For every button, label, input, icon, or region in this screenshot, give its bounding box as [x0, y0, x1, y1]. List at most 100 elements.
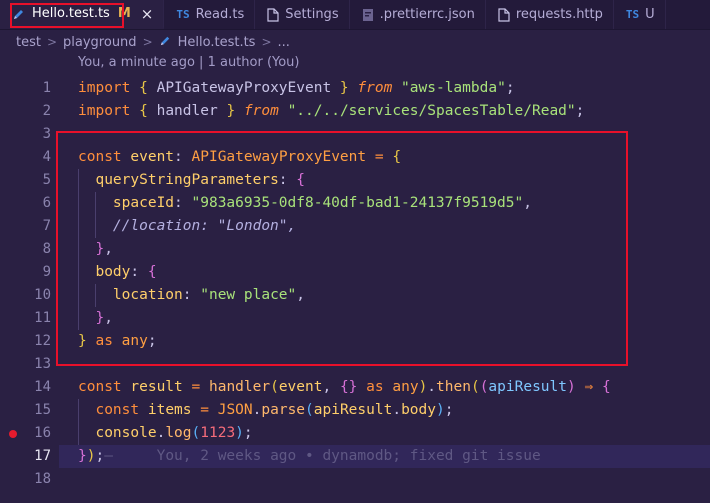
code-line[interactable]: 13 [0, 353, 710, 376]
pen-icon [159, 34, 172, 51]
line-number: 9 [42, 264, 51, 280]
code-token: ( [305, 402, 314, 418]
line-number: 18 [34, 471, 51, 487]
tab-label: Hello.test.ts [32, 6, 110, 21]
code-token: from [243, 103, 279, 119]
code-token: . [427, 379, 437, 395]
code-line[interactable]: 8 }, [0, 238, 710, 261]
code-token: event [278, 379, 323, 395]
code-line[interactable]: 6 spaceId: "983a6935-0df8-40df-bad1-2413… [0, 192, 710, 215]
code-token: items [147, 402, 192, 418]
code-line[interactable]: 7 //location: "London", [0, 215, 710, 238]
code-token: "983a6935-0df8-40df-bad1-24137f9519d5" [191, 195, 524, 211]
code-text: import { handler } from "../../services/… [78, 100, 584, 123]
breadcrumb-item-playground[interactable]: playground [63, 35, 137, 50]
code-text: } as any; [78, 330, 157, 353]
code-line[interactable]: 2 import { handler } from "../../services… [0, 100, 710, 123]
line-number: 11 [34, 310, 51, 326]
code-token: from [357, 80, 393, 96]
line-number: 16 [34, 425, 51, 441]
breadcrumb: test > playground > Hello.test.ts > ... [0, 30, 710, 54]
code-line[interactable]: 15 const items = JSON.parse(apiResult.bo… [0, 399, 710, 422]
code-token: ( [270, 379, 279, 395]
code-token: import [78, 80, 131, 96]
line-number: 17 [34, 448, 51, 464]
code-line[interactable]: 16 console.log(1123); [0, 422, 710, 445]
code-text: });— You, 2 weeks ago • dynamodb; fixed … [78, 445, 541, 468]
code-token: console [95, 425, 157, 441]
line-number: 6 [42, 195, 51, 211]
code-token: : [278, 172, 297, 188]
code-token: location [112, 287, 183, 303]
tab-label: .prettierrc.json [379, 7, 475, 22]
breakpoint-icon[interactable] [9, 430, 17, 438]
code-line[interactable]: 5 queryStringParameters: { [0, 169, 710, 192]
code-token: ; [243, 425, 253, 441]
code-token: = [200, 402, 209, 418]
breadcrumb-item-symbol[interactable]: ... [278, 35, 290, 50]
close-icon[interactable]: × [141, 5, 154, 23]
code-token: } [78, 448, 87, 464]
line-number: 7 [42, 218, 51, 234]
code-token: : [174, 149, 192, 165]
tab-hello-test[interactable]: Hello.test.ts M × [0, 0, 165, 29]
code-line[interactable]: 12} as any; [0, 330, 710, 353]
code-token: queryStringParameters [95, 172, 279, 188]
code-token: as [366, 379, 384, 395]
codelens-blame[interactable]: You, a minute ago | 1 author (You) [78, 55, 300, 70]
code-line[interactable]: 9 body: { [0, 261, 710, 284]
code-token: ; [444, 402, 454, 418]
code-line[interactable]: 18 [0, 468, 710, 491]
code-token: ( [470, 379, 480, 395]
code-token: APIGatewayProxyEvent [147, 80, 340, 96]
code-line[interactable]: 1 import { APIGatewayProxyEvent } from "a… [0, 77, 710, 100]
code-token: "../../services/SpacesTable/Read" [287, 103, 576, 119]
pen-icon [12, 7, 26, 21]
code-line[interactable]: 3 [0, 123, 710, 146]
document-icon [267, 7, 279, 22]
code-text: spaceId: "983a6935-0df8-40df-bad1-24137f… [78, 192, 532, 215]
tab-label: U [645, 7, 655, 22]
line-number: 1 [42, 80, 51, 96]
code-line[interactable]: 4 const event: APIGatewayProxyEvent = { [0, 146, 710, 169]
code-token: . [156, 425, 166, 441]
tab-label: requests.http [515, 7, 603, 22]
tab-requests-http[interactable]: requests.http [485, 0, 614, 29]
breadcrumb-item-file[interactable]: Hello.test.ts [178, 35, 256, 50]
code-token: = [374, 149, 384, 165]
code-token: . [392, 402, 402, 418]
code-token: "aws-lambda" [401, 80, 506, 96]
code-token: apiResult [488, 379, 567, 395]
code-token: , [104, 310, 113, 326]
line-number: 15 [34, 402, 51, 418]
chevron-right-icon: > [142, 35, 153, 49]
code-token: apiResult [313, 402, 393, 418]
tab-label: Settings [285, 7, 339, 22]
code-editor[interactable]: 1 import { APIGatewayProxyEvent } from "a… [0, 77, 710, 503]
code-token: , [322, 379, 340, 395]
tab-u[interactable]: TS U [613, 0, 666, 29]
code-line[interactable]: 17 });— You, 2 weeks ago • dynamodb; fixe… [0, 445, 710, 468]
tab-read-ts[interactable]: TS Read.ts [164, 0, 256, 29]
code-token: , [523, 195, 532, 211]
code-token: } [95, 310, 105, 326]
code-token: } [78, 333, 87, 349]
chevron-right-icon: > [46, 35, 58, 49]
breadcrumb-item-test[interactable]: test [16, 35, 41, 50]
tab-settings[interactable]: Settings [255, 0, 350, 29]
code-line[interactable]: 11 }, [0, 307, 710, 330]
code-token: — [104, 448, 113, 464]
code-line[interactable]: 14 const result = handler(event, {} as an… [0, 376, 710, 399]
tab-prettierrc[interactable]: .prettierrc.json [349, 0, 486, 29]
code-line[interactable]: 10 location: "new place", [0, 284, 710, 307]
line-number: 8 [42, 241, 51, 257]
